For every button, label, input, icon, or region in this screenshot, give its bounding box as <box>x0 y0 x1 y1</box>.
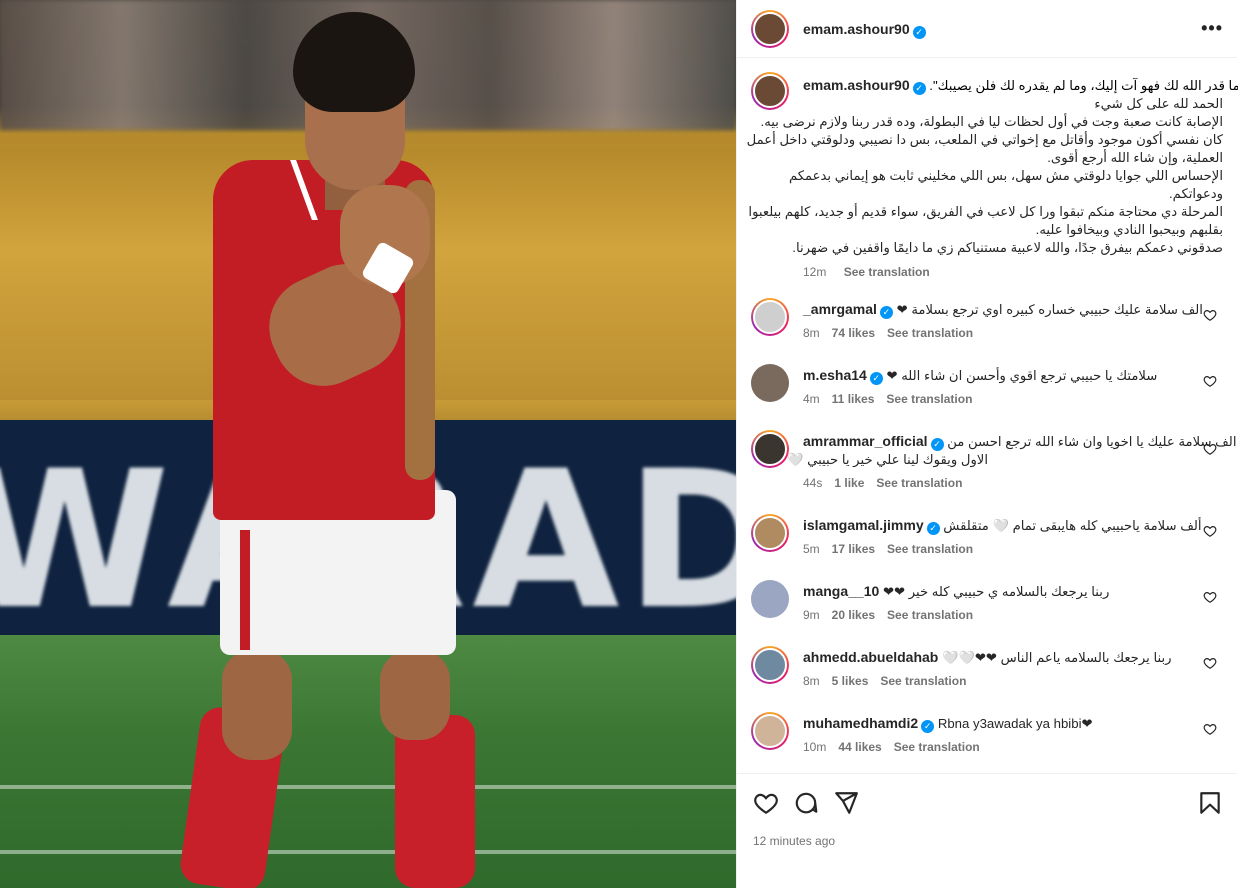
comment-likes[interactable]: 5 likes <box>832 674 869 688</box>
caption-line: كان نفسي أكون موجود وأقاتل مع إخواتي في … <box>746 132 1223 147</box>
caption-line: بقلبهم وبيحبوا النادي وبيخافوا عليه. <box>1035 222 1223 237</box>
caption-body: emam.ashour90 ✓ "ما قدر الله لك فهو آت إل… <box>746 76 1238 279</box>
commenter-username[interactable]: ahmedd.abueldahab <box>803 649 938 665</box>
see-translation-link[interactable]: See translation <box>887 542 973 556</box>
caption-line: "ما قدر الله لك فهو آت إليك، وما لم يقدر… <box>929 78 1238 93</box>
post-photo[interactable]: WARAD <box>0 0 736 888</box>
heart-icon[interactable] <box>1203 374 1217 388</box>
commenter-avatar[interactable] <box>751 712 789 750</box>
commenter-username[interactable]: m.esha14 <box>803 367 867 383</box>
comment-likes[interactable]: 1 like <box>834 476 864 490</box>
bookmark-icon[interactable] <box>1197 790 1223 816</box>
comment-likes[interactable]: 17 likes <box>832 542 875 556</box>
author-avatar[interactable] <box>751 10 789 48</box>
verified-icon: ✓ <box>912 26 926 39</box>
comment-text: Rbna y3awadak ya hbibi❤ <box>937 716 1093 731</box>
post-side-panel: emam.ashour90 ✓ ••• emam.ashour90 ✓ "ما قد… <box>736 0 1238 888</box>
comment-time: 10m <box>803 740 827 754</box>
comment-likes[interactable]: 11 likes <box>832 392 875 406</box>
commenter-username[interactable]: manga__10 <box>803 583 879 599</box>
comment-text: ألف سلامة ياحبيبي كله هايبقى تمام 🤍 متقل… <box>943 518 1202 533</box>
comment-text: الف سلامة عليك يا اخويا وان شاء الله ترج… <box>947 434 1237 449</box>
verified-icon: ✓ <box>926 522 940 535</box>
heart-icon[interactable] <box>1203 524 1217 538</box>
instagram-post-view: WARAD emam.ashour90✓ ••• <box>0 0 1238 888</box>
comment-item: islamgamal.jimmy ✓ ألف سلامة ياحبيبي كله … <box>751 512 1223 568</box>
commenter-username[interactable]: amrammar_official <box>803 433 928 449</box>
comment-item: _amrgamal ✓ الف سلامة عليك حبيبي خساره كب… <box>751 296 1223 352</box>
comment-text: سلامتك يا حبيبي ترجع اقوي وأحسن ان شاء ا… <box>886 368 1158 383</box>
comment-time: 9m <box>803 608 820 622</box>
post-time-ago: 12 minutes ago <box>753 834 836 848</box>
comment-item: ahmedd.abueldahab ربنا يرجعك بالسلامه يا… <box>751 644 1223 700</box>
caption-line: ودعواتكم. <box>1169 186 1223 201</box>
see-translation-link[interactable]: See translation <box>876 476 962 490</box>
caption-time: 12m <box>803 265 827 279</box>
comment-time: 44s <box>803 476 823 490</box>
player-figure <box>0 0 736 888</box>
see-translation-link[interactable]: See translation <box>887 608 973 622</box>
commenter-avatar[interactable] <box>751 514 789 552</box>
comment-text: ربنا يرجعك بالسلامه ي حبيبي كله خير ❤❤ <box>882 584 1110 599</box>
comment-text: ربنا يرجعك بالسلامه ياعم الناس ❤❤🤍🤍 <box>942 650 1172 665</box>
see-translation-link[interactable]: See translation <box>844 265 930 279</box>
post-actions: 12 minutes ago <box>737 773 1237 883</box>
more-icon[interactable]: ••• <box>1201 18 1223 39</box>
comment-likes[interactable]: 20 likes <box>832 608 875 622</box>
comment-text-2: الاول ويقوك لينا علي خير يا حبيبي 🤍 <box>787 452 988 467</box>
caption-line: صدقوني دعمكم بيفرق جدًا، والله لاعبية مس… <box>792 240 1223 255</box>
heart-icon[interactable] <box>1203 656 1217 670</box>
author-username[interactable]: emam.ashour90 <box>803 21 910 37</box>
commenter-username[interactable]: _amrgamal <box>803 301 877 317</box>
comment-item: muhamedhamdi2 ✓ Rbna y3awadak ya hbibi❤ 1… <box>751 710 1223 766</box>
caption-line: العملية، وإن شاء الله أرجع أقوى. <box>1047 150 1223 165</box>
caption-username[interactable]: emam.ashour90 <box>803 77 910 93</box>
comment-time: 4m <box>803 392 820 406</box>
commenter-avatar[interactable] <box>751 364 789 402</box>
caption-line: المرحلة دي محتاجة منكم تبقوا ورا كل لاعب… <box>748 204 1223 219</box>
comment-icon[interactable] <box>793 790 819 816</box>
post-header: emam.ashour90 ✓ ••• <box>737 0 1237 58</box>
comment-likes[interactable]: 74 likes <box>832 326 875 340</box>
verified-icon: ✓ <box>912 82 926 95</box>
share-icon[interactable] <box>833 790 859 816</box>
verified-icon: ✓ <box>879 306 893 319</box>
comment-likes[interactable]: 44 likes <box>838 740 881 754</box>
see-translation-link[interactable]: See translation <box>886 392 972 406</box>
heart-icon[interactable] <box>1203 442 1217 456</box>
verified-icon: ✓ <box>921 720 935 733</box>
caption-avatar[interactable] <box>751 72 789 110</box>
verified-icon: ✓ <box>869 372 883 385</box>
caption-line: الإحساس اللي جوايا دلوقتي مش سهل، بس الل… <box>788 168 1223 183</box>
caption-line: الإصابة كانت صعبة وجت في أول لحظات ليا ف… <box>760 114 1223 129</box>
see-translation-link[interactable]: See translation <box>887 326 973 340</box>
comment-text: الف سلامة عليك حبيبي خساره كبيره اوي ترج… <box>896 302 1203 317</box>
comment-item: amrammar_official ✓ الف سلامة عليك يا اخو… <box>751 428 1237 498</box>
caption-meta: 12m See translation <box>803 265 1223 279</box>
commenter-avatar[interactable] <box>751 646 789 684</box>
commenter-avatar[interactable] <box>751 580 789 618</box>
heart-icon[interactable] <box>1203 590 1217 604</box>
see-translation-link[interactable]: See translation <box>880 674 966 688</box>
comment-time: 5m <box>803 542 820 556</box>
comment-time: 8m <box>803 326 820 340</box>
heart-icon[interactable] <box>1203 308 1217 322</box>
caption-line: الحمد لله على كل شيء <box>1094 96 1223 111</box>
verified-icon: ✓ <box>930 438 944 451</box>
heart-icon[interactable] <box>1203 722 1217 736</box>
commenter-username[interactable]: muhamedhamdi2 <box>803 715 918 731</box>
comment-time: 8m <box>803 674 820 688</box>
commenter-avatar[interactable] <box>751 430 789 468</box>
comment-item: manga__10 ربنا يرجعك بالسلامه ي حبيبي كل… <box>751 578 1223 634</box>
heart-icon[interactable] <box>753 790 779 816</box>
commenter-avatar[interactable] <box>751 298 789 336</box>
comment-item: m.esha14 ✓ سلامتك يا حبيبي ترجع اقوي وأحس… <box>751 362 1223 418</box>
commenter-username[interactable]: islamgamal.jimmy <box>803 517 924 533</box>
see-translation-link[interactable]: See translation <box>894 740 980 754</box>
